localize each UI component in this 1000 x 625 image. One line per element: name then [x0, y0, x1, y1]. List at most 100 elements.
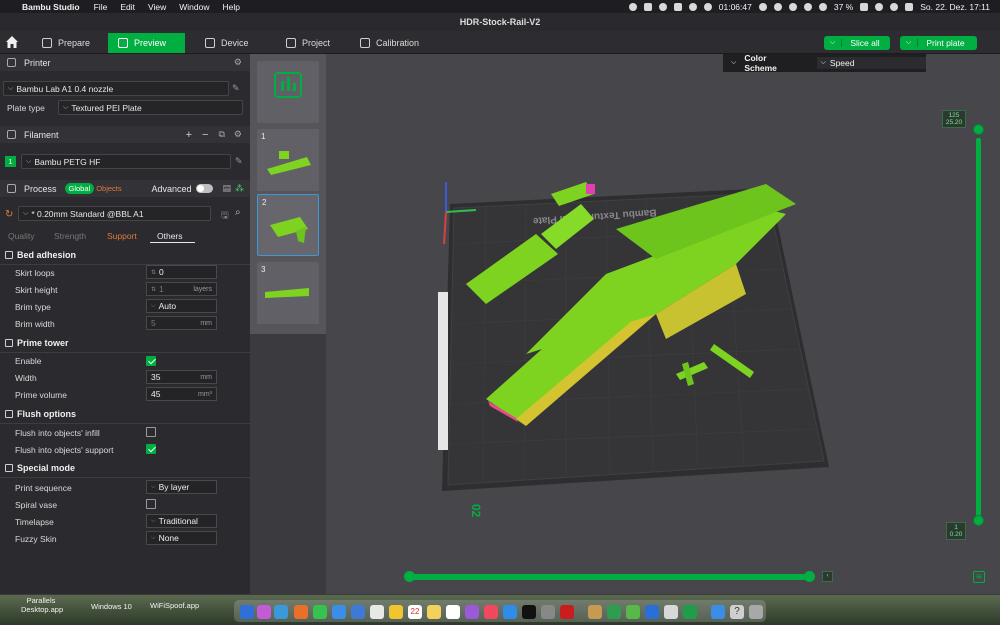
subtab-others[interactable]: Others: [157, 231, 183, 241]
system-settings-icon[interactable]: [541, 605, 555, 619]
menu-edit[interactable]: Edit: [120, 2, 135, 12]
status-icon[interactable]: [658, 2, 667, 11]
music-icon[interactable]: [484, 605, 498, 619]
search-icon[interactable]: ⌕: [235, 207, 241, 218]
messages-icon[interactable]: [313, 605, 327, 619]
gear-icon[interactable]: ⚙: [234, 57, 242, 68]
filament-slot-badge[interactable]: 1: [5, 156, 16, 167]
notes-icon[interactable]: [427, 605, 441, 619]
dock-label-windows[interactable]: Windows 10: [91, 602, 132, 611]
prime-tower-enable-checkbox[interactable]: [146, 356, 156, 366]
status-icon[interactable]: [758, 2, 767, 11]
move-slider-start-handle[interactable]: [404, 571, 415, 582]
brim-type-select[interactable]: ⌵ Auto: [146, 299, 217, 313]
launchpad-icon[interactable]: [257, 605, 271, 619]
tab-device[interactable]: Device: [195, 33, 259, 53]
wifi-icon[interactable]: [875, 2, 884, 11]
stepper-icon[interactable]: ⇅: [151, 269, 156, 276]
mail-icon[interactable]: [332, 605, 346, 619]
plate-type-select[interactable]: ⌵ Textured PEI Plate: [58, 100, 243, 115]
finder-icon[interactable]: [240, 605, 254, 619]
layer-slider-track[interactable]: [976, 138, 981, 520]
remove-icon[interactable]: −: [202, 129, 208, 141]
sync-icon[interactable]: ⧉: [218, 129, 224, 140]
preview-canvas[interactable]: Bambu Textured PEI Plate 02: [326, 54, 1000, 594]
app-icon[interactable]: [664, 605, 678, 619]
status-icon[interactable]: [818, 2, 827, 11]
brim-width-input[interactable]: 5 mm: [146, 316, 217, 330]
photos-icon[interactable]: [370, 605, 384, 619]
chevron-down-icon[interactable]: ⌵: [906, 39, 919, 47]
spiral-vase-checkbox[interactable]: [146, 499, 156, 509]
app-icon[interactable]: [588, 605, 602, 619]
layer-slider-bottom-handle[interactable]: [973, 515, 984, 526]
app-icon[interactable]: [351, 605, 365, 619]
firefox-icon[interactable]: [294, 605, 308, 619]
tab-calibration[interactable]: Calibration: [350, 33, 429, 53]
timelapse-select[interactable]: ⌵ Traditional: [146, 514, 217, 528]
folder-icon[interactable]: [711, 605, 725, 619]
menubar-datetime[interactable]: So. 22. Dez. 17:11: [920, 2, 990, 12]
move-slider-end-handle[interactable]: [804, 571, 815, 582]
flush-infill-checkbox[interactable]: [146, 427, 156, 437]
fuzzy-skin-select[interactable]: ⌵ None: [146, 531, 217, 545]
plate-thumbnail[interactable]: 3: [257, 262, 319, 324]
reminders-icon[interactable]: [446, 605, 460, 619]
global-toggle[interactable]: Global: [64, 183, 95, 194]
battery-percent[interactable]: 37 %: [834, 2, 853, 12]
status-icon[interactable]: [643, 2, 652, 11]
app-icon[interactable]: [560, 605, 574, 619]
advanced-toggle[interactable]: [196, 184, 214, 193]
prime-volume-input[interactable]: 45 mm³: [146, 387, 217, 401]
filament-select[interactable]: ⌵ Bambu PETG HF: [21, 154, 231, 169]
app-icon[interactable]: [645, 605, 659, 619]
subtab-strength[interactable]: Strength: [54, 231, 86, 241]
chevron-down-icon[interactable]: ⌵: [830, 39, 843, 47]
menu-app-name[interactable]: Bambu Studio: [22, 2, 80, 12]
layers-icon[interactable]: ≋: [973, 571, 985, 583]
volume-icon[interactable]: [788, 2, 797, 11]
apple-tv-icon[interactable]: [522, 605, 536, 619]
process-preset-select[interactable]: ⌵ * 0.20mm Standard @BBL A1: [18, 206, 211, 221]
plate-settings-icon[interactable]: ⁂: [235, 183, 244, 194]
tab-preview[interactable]: Preview: [108, 33, 185, 53]
plate-thumbnail[interactable]: 1: [257, 129, 319, 191]
dock-label-wifispoof[interactable]: WiFiSpoof.app: [150, 601, 199, 610]
print-sequence-select[interactable]: ⌵ By layer: [146, 480, 217, 494]
subtab-quality[interactable]: Quality: [8, 231, 34, 241]
tab-project[interactable]: Project: [276, 33, 340, 53]
menu-help[interactable]: Help: [222, 2, 239, 12]
printer-select[interactable]: ⌵ Bambu Lab A1 0.4 nozzle: [3, 81, 229, 96]
numbers-icon[interactable]: [683, 605, 697, 619]
add-icon[interactable]: +: [186, 129, 192, 141]
plate-thumbnail-selected[interactable]: 2: [257, 194, 319, 256]
status-icon[interactable]: [688, 2, 697, 11]
flush-support-checkbox[interactable]: [146, 444, 156, 454]
edit-icon[interactable]: ✎: [235, 156, 243, 167]
status-icon[interactable]: [673, 2, 682, 11]
save-icon[interactable]: 🖫: [221, 208, 229, 224]
timer-display[interactable]: 01:06:47: [719, 2, 752, 12]
layer-slider-top-handle[interactable]: [973, 124, 984, 135]
stepper-icon[interactable]: ⇅: [151, 286, 156, 293]
battery-icon[interactable]: [860, 2, 869, 11]
move-slider-menu-icon[interactable]: ‹: [822, 571, 833, 582]
gear-icon[interactable]: ⚙: [234, 129, 242, 140]
chevron-down-icon[interactable]: ⌵: [731, 59, 736, 67]
color-scheme-select[interactable]: ⌵ Speed: [816, 57, 926, 69]
search-icon[interactable]: [890, 2, 899, 11]
dock-label-parallels[interactable]: Parallels Desktop.app: [21, 596, 63, 614]
safari-icon[interactable]: [274, 605, 288, 619]
menu-view[interactable]: View: [148, 2, 166, 12]
status-icon[interactable]: [703, 2, 712, 11]
tab-prepare[interactable]: Prepare: [32, 33, 100, 53]
bambu-studio-icon[interactable]: [626, 605, 640, 619]
calendar-icon[interactable]: 22: [408, 605, 422, 619]
print-plate-button[interactable]: ⌵ Print plate: [900, 36, 977, 50]
reset-icon[interactable]: ↻: [5, 209, 13, 220]
plate-overview-button[interactable]: [257, 61, 319, 123]
user-icon[interactable]: [803, 2, 812, 11]
app-icon[interactable]: [389, 605, 403, 619]
prime-tower-width-input[interactable]: 35 mm: [146, 370, 217, 384]
edit-icon[interactable]: ✎: [232, 83, 240, 94]
